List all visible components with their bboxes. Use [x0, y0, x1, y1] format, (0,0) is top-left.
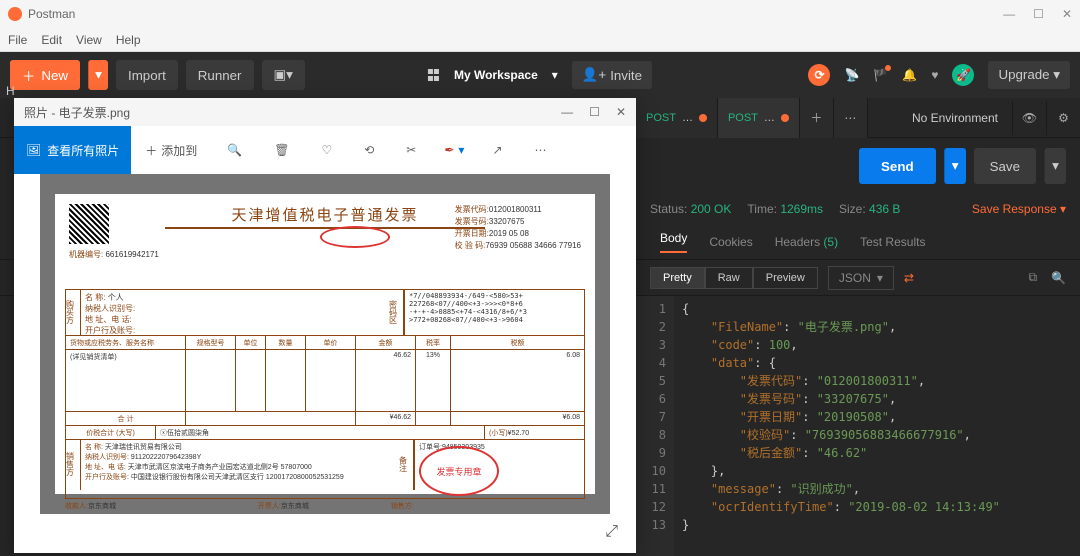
save-button[interactable]: Save: [974, 148, 1036, 184]
notifications-icon[interactable]: 🏴: [873, 68, 888, 82]
environment-selector[interactable]: No Environment: [898, 111, 1012, 125]
workspace-chevron-icon[interactable]: ▾: [552, 68, 558, 82]
tab-body[interactable]: Body: [660, 231, 687, 253]
photos-toolbar: 🖼 查看所有照片 ＋ 添加到 🔍 🗑 ♡ ⟲ ✂ ✒▾ ↗ ⋯: [14, 126, 636, 174]
stamp-oval-1: [320, 226, 390, 248]
photos-close-icon[interactable]: ✕: [616, 105, 626, 119]
zoom-icon[interactable]: 🔍: [211, 143, 258, 157]
line-gutter: 12345678910111213: [636, 296, 674, 556]
favorite-icon[interactable]: ♡: [305, 143, 348, 157]
copy-icon[interactable]: ⧉: [1028, 270, 1037, 285]
dirty-dot-icon: [699, 114, 707, 122]
bell-icon[interactable]: 🔔: [902, 68, 917, 82]
sidebar-letter: H: [6, 84, 15, 98]
wrap-lines-icon[interactable]: ⇄: [904, 271, 914, 285]
app-icon: [8, 7, 22, 21]
invoice-header-info: 发票代码:012001800311 发票号码:33207675 开票日期:201…: [455, 204, 581, 252]
app-title: Postman: [28, 7, 75, 21]
crop-icon[interactable]: ✂: [390, 143, 432, 157]
invoice-image: 天津增值税电子普通发票 发票代码:012001800311 发票号码:33207…: [55, 194, 595, 494]
menu-help[interactable]: Help: [116, 33, 141, 47]
upgrade-button[interactable]: Upgrade ▾: [988, 61, 1070, 89]
delete-icon[interactable]: 🗑: [258, 143, 305, 157]
window-close-icon[interactable]: ✕: [1062, 7, 1072, 21]
heart-icon[interactable]: ♥: [931, 68, 938, 82]
photos-minimize-icon[interactable]: —: [561, 105, 573, 119]
import-button[interactable]: Import: [116, 60, 178, 90]
rotate-icon[interactable]: ⟲: [348, 143, 390, 157]
ink-dropdown[interactable]: ✒▾: [432, 143, 476, 157]
format-raw-button[interactable]: Raw: [705, 267, 753, 289]
qr-code: [69, 204, 109, 244]
view-all-photos-button[interactable]: 🖼 查看所有照片: [14, 126, 131, 174]
plus-icon: ＋: [145, 142, 157, 159]
top-toolbar: ＋New ▾ Import Runner ▣▾ My Workspace ▾ 👤…: [0, 52, 1080, 98]
status-value: 200 OK: [691, 202, 732, 216]
environment-preview-icon[interactable]: 👁: [1012, 101, 1046, 135]
save-response-button[interactable]: Save Response ▾: [972, 202, 1066, 216]
tab-headers[interactable]: Headers (5): [775, 235, 838, 249]
expand-icon[interactable]: ⤢: [605, 523, 618, 541]
chevron-down-icon: ▾: [458, 143, 464, 157]
send-dropdown-icon[interactable]: ▾: [944, 148, 966, 184]
request-tab[interactable]: POST…: [636, 98, 718, 138]
new-dropdown-icon[interactable]: ▾: [88, 60, 108, 90]
more-icon[interactable]: ⋯: [519, 143, 563, 157]
window-minimize-icon[interactable]: —: [1003, 7, 1015, 21]
new-window-button[interactable]: ▣▾: [262, 60, 305, 90]
menu-edit[interactable]: Edit: [41, 33, 62, 47]
request-tab-active[interactable]: POST…: [718, 98, 800, 138]
settings-gear-icon[interactable]: ⚙: [1046, 101, 1080, 135]
format-pretty-button[interactable]: Pretty: [650, 267, 705, 289]
tab-test-results[interactable]: Test Results: [860, 235, 925, 249]
language-dropdown[interactable]: JSON ▾: [828, 266, 894, 290]
user-plus-icon: 👤+: [582, 67, 606, 83]
format-preview-button[interactable]: Preview: [753, 267, 818, 289]
time-value: 1269ms: [780, 202, 823, 216]
new-tab-button[interactable]: ＋: [800, 98, 834, 138]
app-titlebar: Postman — ☐ ✕: [0, 0, 1080, 28]
photos-window: 照片 - 电子发票.png — ☐ ✕ 🖼 查看所有照片 ＋ 添加到 🔍 🗑 ♡…: [14, 98, 636, 553]
menubar: File Edit View Help: [0, 28, 1080, 52]
new-button[interactable]: ＋New: [10, 60, 80, 90]
menu-file[interactable]: File: [8, 33, 27, 47]
photos-maximize-icon[interactable]: ☐: [589, 105, 600, 119]
save-dropdown-icon[interactable]: ▾: [1044, 148, 1066, 184]
runner-button[interactable]: Runner: [186, 60, 254, 90]
ink-icon: ✒: [444, 143, 454, 157]
photo-canvas: 天津增值税电子普通发票 发票代码:012001800311 发票号码:33207…: [40, 174, 610, 514]
size-value: 436 B: [869, 202, 900, 216]
workspace-grid-icon[interactable]: [428, 69, 440, 81]
bootcamp-icon[interactable]: 🚀: [952, 64, 974, 86]
seal-icon: 发票专用章: [419, 446, 499, 496]
tab-cookies[interactable]: Cookies: [709, 235, 752, 249]
dirty-dot-icon: [781, 114, 789, 122]
window-maximize-icon[interactable]: ☐: [1033, 7, 1044, 21]
invoice-table: 购买方 名 称: 个人 纳税人识别号: 地 址、电 话: 开户行及账号: 密码区…: [65, 289, 585, 499]
json-code[interactable]: { "FileName": "电子发票.png", "code": 100, "…: [674, 296, 1008, 556]
workspace-label[interactable]: My Workspace: [454, 68, 538, 82]
menu-view[interactable]: View: [76, 33, 102, 47]
machine-number: 机器编号: 661619942171: [69, 249, 159, 260]
invite-button[interactable]: 👤+Invite: [572, 61, 652, 89]
search-icon[interactable]: 🔍: [1051, 271, 1066, 285]
send-button[interactable]: Send: [859, 148, 936, 184]
photos-titlebar[interactable]: 照片 - 电子发票.png — ☐ ✕: [14, 98, 636, 126]
gallery-icon: 🖼: [26, 143, 41, 157]
tab-options-icon[interactable]: ⋯: [834, 98, 868, 138]
satellite-icon[interactable]: 📡: [844, 68, 859, 82]
invoice-title: 天津增值税电子普通发票: [165, 204, 485, 229]
photos-title-text: 照片 - 电子发票.png: [24, 104, 130, 121]
share-icon[interactable]: ↗: [476, 143, 518, 157]
sync-icon[interactable]: ⟳: [808, 64, 830, 86]
add-to-button[interactable]: ＋ 添加到: [131, 142, 211, 159]
